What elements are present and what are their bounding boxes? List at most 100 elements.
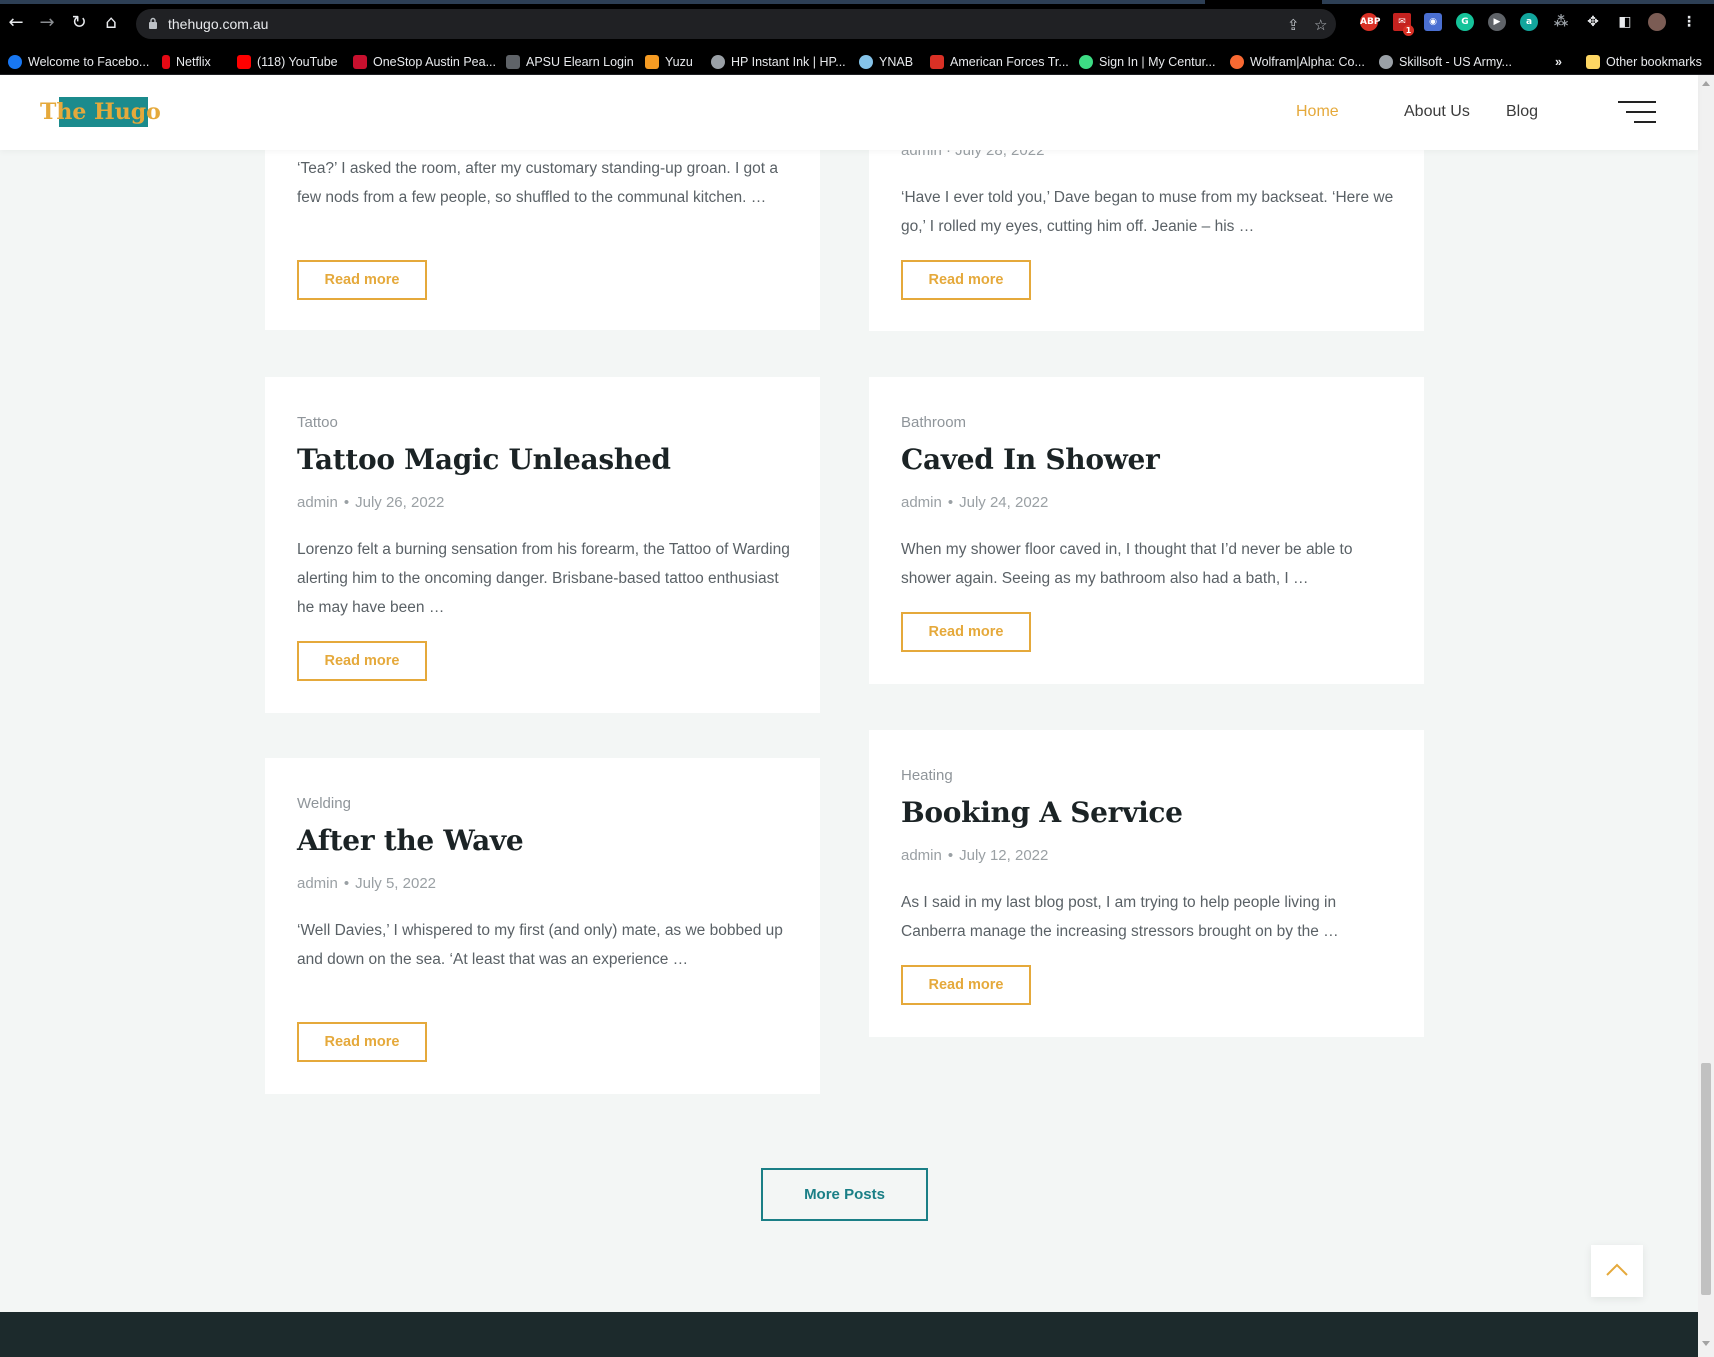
globe-icon [711,55,725,69]
post-category[interactable]: Bathroom [901,414,966,431]
folder-icon [1586,55,1600,69]
scrollbar-thumb[interactable] [1701,1063,1711,1295]
post-author[interactable]: admin [297,875,338,892]
site-footer [0,1312,1698,1357]
lock-icon [149,17,157,29]
camera-extension-icon[interactable]: ◉ [1424,13,1442,31]
netflix-icon [162,55,170,69]
extensions-puzzle-icon[interactable]: ✥ [1584,13,1602,31]
browser-toolbar: ← → ↻ ⌂ thehugo.com.au ⇪ ☆ ABP ✉ 1 ◉ G ▶… [0,0,1714,48]
play-extension-icon[interactable]: ▶ [1488,13,1506,31]
bookmark-item[interactable]: YNAB [859,53,913,71]
bookmark-item[interactable]: Wolfram|Alpha: Co... [1230,53,1365,71]
austin-peay-icon [353,55,367,69]
post-card: ‘Tea?’ I asked the room, after my custom… [265,150,820,330]
notification-badge: 1 [1403,25,1414,36]
post-category[interactable]: Heating [901,767,953,784]
read-more-button[interactable]: Read more [901,965,1031,1005]
afn-icon [930,55,944,69]
post-card: Heating Booking A Service admin • July 12,… [869,730,1424,1037]
post-card: admin · July 28, 2022 ‘Have I ever told … [869,140,1424,331]
side-panel-icon[interactable]: ◧ [1616,13,1634,31]
bookmark-star-icon[interactable]: ☆ [1314,16,1327,34]
site-logo[interactable]: The Hugo [40,97,161,127]
share-icon[interactable]: ⇪ [1287,16,1300,34]
bookmark-item[interactable]: (118) YouTube [237,53,338,71]
post-date: July 5, 2022 [355,875,437,892]
globe-icon [1379,55,1393,69]
post-category[interactable]: Welding [297,795,351,812]
post-author[interactable]: admin [901,847,942,864]
bookmark-item[interactable]: Sign In | My Centur... [1079,53,1216,71]
wolfram-icon [1230,55,1244,69]
bookmark-item[interactable]: Yuzu [645,53,693,71]
bookmark-item[interactable]: OneStop Austin Pea... [353,53,496,71]
site-header: The Hugo Home About Us Blog [0,75,1698,150]
forward-icon[interactable]: → [36,12,58,34]
other-bookmarks[interactable]: Other bookmarks [1586,53,1702,71]
bookmark-item[interactable]: American Forces Tr... [930,53,1069,71]
post-excerpt: ‘Well Davies,’ I whispered to my first (… [297,922,783,968]
facebook-icon [8,55,22,69]
post-author[interactable]: admin [901,494,942,511]
post-date: July 26, 2022 [355,494,445,511]
ynab-icon [859,55,873,69]
scroll-down-arrow[interactable] [1702,1341,1710,1346]
reload-icon[interactable]: ↻ [68,12,90,34]
back-icon[interactable]: ← [5,12,27,34]
bookmark-item[interactable]: Skillsoft - US Army... [1379,53,1512,71]
post-excerpt: As I said in my last blog post, I am try… [901,894,1339,940]
dropbox-icon[interactable]: ⁂ [1552,13,1570,31]
home-icon[interactable]: ⌂ [100,12,122,34]
post-title[interactable]: Caved In Shower [901,443,1160,476]
bookmarks-bar: Welcome to Facebo... Netflix (118) YouTu… [0,48,1714,75]
post-card: Bathroom Caved In Shower admin • July 24, … [869,377,1424,684]
profile-avatar[interactable] [1648,13,1666,31]
tab-strip [0,0,1714,4]
d2l-icon [506,55,520,69]
url-text: thehugo.com.au [168,16,269,32]
yuzu-icon [645,55,659,69]
nav-blog[interactable]: Blog [1506,103,1538,121]
menu-kebab-icon[interactable]: ⋮ [1680,13,1698,31]
post-card: Tattoo Tattoo Magic Unleashed admin • July… [265,377,820,713]
read-more-button[interactable]: Read more [297,1022,427,1062]
post-title[interactable]: After the Wave [297,824,524,857]
youtube-icon [237,55,251,69]
page-scrollbar[interactable] [1698,75,1714,1357]
read-more-button[interactable]: Read more [297,641,427,681]
centurylink-icon [1079,55,1093,69]
post-title[interactable]: Booking A Service [901,796,1183,829]
post-excerpt: Lorenzo felt a burning sensation from hi… [297,541,790,616]
post-excerpt: ‘Tea?’ I asked the room, after my custom… [297,160,779,206]
post-author[interactable]: admin [297,494,338,511]
adblock-icon[interactable]: ABP [1360,13,1380,31]
nav-about-us[interactable]: About Us [1404,103,1470,121]
bookmark-item[interactable]: Netflix [162,53,211,71]
post-date: July 12, 2022 [959,847,1049,864]
bookmark-item[interactable]: HP Instant Ink | HP... [711,53,846,71]
read-more-button[interactable]: Read more [901,612,1031,652]
bookmark-item[interactable]: Welcome to Facebo... [8,53,149,71]
bookmark-item[interactable]: APSU Elearn Login [506,53,634,71]
back-to-top-button[interactable] [1591,1245,1643,1297]
nav-home[interactable]: Home [1296,103,1339,121]
post-date: July 24, 2022 [959,494,1049,511]
post-category[interactable]: Tattoo [297,414,338,431]
post-card: Welding After the Wave admin • July 5, 202… [265,758,820,1094]
a-extension-icon[interactable]: a [1520,13,1538,31]
scroll-up-arrow[interactable] [1702,81,1710,86]
read-more-button[interactable]: Read more [901,260,1031,300]
more-posts-button[interactable]: More Posts [761,1168,928,1221]
post-meta: admin • July 12, 2022 [901,847,1049,864]
post-meta: admin • July 24, 2022 [901,494,1049,511]
post-title[interactable]: Tattoo Magic Unleashed [297,443,671,476]
read-more-button[interactable]: Read more [297,260,427,300]
grammarly-icon[interactable]: G [1456,13,1474,31]
post-meta: admin • July 5, 2022 [297,875,437,892]
bookmarks-overflow-chevron[interactable]: » [1555,53,1562,71]
post-excerpt: ‘Have I ever told you,’ Dave began to mu… [901,189,1394,235]
hamburger-menu-icon[interactable] [1618,101,1656,125]
chevron-up-icon [1606,1263,1628,1276]
address-bar[interactable]: thehugo.com.au ⇪ ☆ [136,9,1336,39]
